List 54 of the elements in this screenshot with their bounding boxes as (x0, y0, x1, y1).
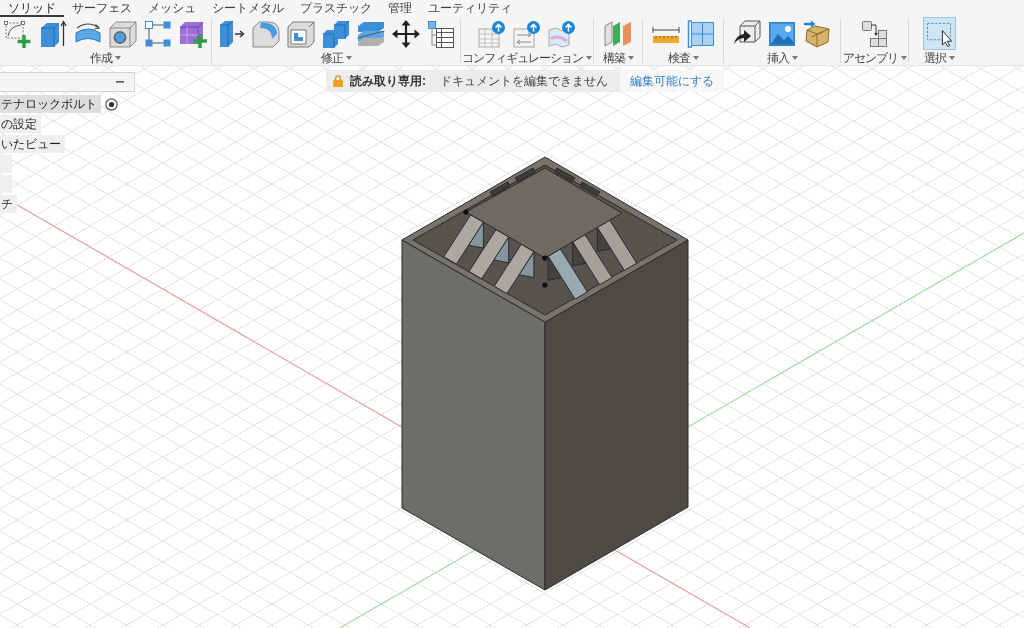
caret-icon (115, 55, 121, 60)
browser-item[interactable]: の設定 (0, 115, 41, 133)
radio-icon[interactable] (105, 97, 118, 111)
blocks-arrow-icon[interactable] (860, 19, 889, 48)
table-upload-icon[interactable] (478, 19, 506, 48)
caret-icon (692, 55, 699, 60)
cube-plus-icon[interactable] (179, 19, 207, 48)
ribbon-tab[interactable]: 管理 (380, 0, 420, 17)
ribbon-tab[interactable]: サーフェス (64, 0, 140, 17)
table-icon[interactable] (427, 19, 455, 48)
lock-icon (333, 75, 343, 87)
box-arrow-icon[interactable] (39, 19, 67, 48)
two-boxes-icon[interactable] (322, 19, 350, 48)
slab-arrow-icon[interactable] (217, 19, 245, 48)
banner-message: ドキュメントを編集できません (440, 74, 608, 88)
move-icon[interactable] (392, 19, 420, 48)
ribbon-tab[interactable]: プラスチック (292, 0, 380, 17)
crate-arrow-icon[interactable] (803, 19, 831, 48)
browser-item[interactable]: テナロックボルト (0, 95, 101, 113)
image-icon[interactable] (768, 19, 796, 48)
panel-menu-button[interactable]: 作成 (90, 50, 121, 65)
cube-hole-icon[interactable] (109, 19, 137, 48)
map-upload-icon[interactable] (548, 19, 576, 48)
caret-icon (586, 55, 592, 60)
banner-title: 読み取り専用: (350, 74, 426, 88)
panel-menu-button[interactable]: 検査 (667, 50, 699, 65)
panel-menu-button[interactable]: 選択 (923, 50, 955, 65)
ribbon-tab[interactable]: ユーティリティ (420, 0, 520, 17)
arrows-upload-icon[interactable] (513, 19, 541, 48)
panel-menu-button[interactable]: アセンブリ (842, 50, 907, 65)
stacked-plates-icon[interactable] (357, 19, 385, 48)
banner-link[interactable]: 編集可能にする (620, 70, 724, 92)
caret-icon (345, 55, 352, 60)
panel-menu-button[interactable]: 構築 (602, 50, 634, 65)
grid-panel-icon[interactable] (686, 19, 715, 48)
caret-icon (900, 55, 907, 60)
ribbon-tab[interactable]: メッシュ (140, 0, 204, 17)
minimize-icon[interactable] (116, 81, 124, 83)
panel-menu-button[interactable]: 挿入 (766, 50, 798, 65)
ribbon-tab[interactable]: シートメタル (204, 0, 292, 17)
planes-icon[interactable] (604, 19, 632, 48)
browser-item[interactable]: チ (0, 195, 17, 213)
rectangle-plus-icon[interactable] (4, 19, 32, 48)
square-grid-icon[interactable] (144, 19, 172, 48)
panel-menu-button[interactable]: コンフィギュレーション (462, 50, 592, 65)
hollow-cube-icon[interactable] (287, 19, 315, 48)
caret-icon (948, 55, 955, 60)
ribbon-tab[interactable]: ソリッド (0, 0, 64, 17)
browser-item[interactable]: いたビュー (0, 135, 65, 153)
select-box-icon[interactable] (922, 17, 956, 50)
rounded-cube-icon[interactable] (252, 19, 280, 48)
panel-menu-button[interactable]: 修正 (320, 50, 352, 65)
caret-icon (791, 55, 798, 60)
caret-icon (627, 55, 634, 60)
